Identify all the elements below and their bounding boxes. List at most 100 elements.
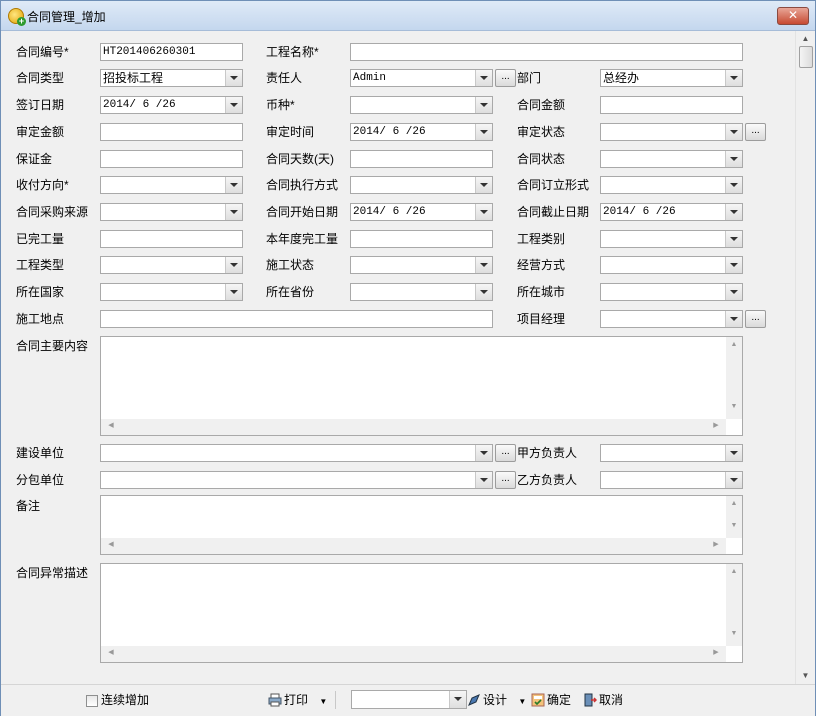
chevron-down-icon[interactable] [225,204,242,220]
currency-select[interactable] [350,96,493,114]
sign-date-picker[interactable]: 2014/ 6 /26 [100,96,243,114]
chevron-down-icon[interactable] [475,204,492,220]
scroll-right-icon[interactable]: ▶ [708,648,724,656]
chevron-down-icon[interactable] [475,177,492,193]
start-date-picker[interactable]: 2014/ 6 /26 [350,203,493,221]
remarks-textarea[interactable]: ▲ ▼ ◀ ▶ [100,495,743,555]
scroll-up-icon[interactable]: ▲ [796,31,815,47]
construction-status-select[interactable] [350,256,493,274]
chevron-down-icon[interactable] [725,284,742,300]
confirm-button[interactable]: 确定 [531,691,571,709]
chevron-down-icon[interactable] [725,177,742,193]
scroll-down-icon[interactable]: ▼ [796,668,815,684]
chevron-down-icon[interactable] [725,445,742,461]
scroll-thumb[interactable] [799,46,813,68]
chevron-down-icon[interactable] [475,124,492,140]
project-category-select[interactable] [600,230,743,248]
chevron-down-icon[interactable] [475,257,492,273]
responsible-browse-button[interactable]: ... [495,69,516,87]
scroll-right-icon[interactable]: ▶ [708,421,724,429]
department-select[interactable]: 总经办 [600,69,743,87]
scroll-up-icon[interactable]: ▲ [726,568,742,575]
vertical-scrollbar[interactable]: ▲ ▼ [726,564,742,646]
subcontractor-select[interactable] [100,471,493,489]
scroll-left-icon[interactable]: ◀ [103,540,119,548]
project-manager-select[interactable] [600,310,743,328]
scroll-left-icon[interactable]: ◀ [103,421,119,429]
contract-amount-input[interactable] [600,96,743,114]
contract-days-input[interactable] [350,150,493,168]
scroll-up-icon[interactable]: ▲ [726,500,742,507]
site-input[interactable] [100,310,493,328]
cancel-button[interactable]: 取消 [583,691,623,709]
country-select[interactable] [100,283,243,301]
chevron-down-icon[interactable] [225,177,242,193]
print-button[interactable]: 打印 ▼ [268,691,327,709]
chevron-down-icon[interactable] [449,691,466,708]
approval-status-browse-button[interactable]: ... [745,123,766,141]
subcontractor-browse-button[interactable]: ... [495,471,516,489]
design-dropdown-icon[interactable]: ▼ [518,697,526,706]
chevron-down-icon[interactable] [725,151,742,167]
party-b-select[interactable] [600,471,743,489]
exception-textarea[interactable]: ▲ ▼ ◀ ▶ [100,563,743,663]
chevron-down-icon[interactable] [225,284,242,300]
payment-direction-select[interactable] [100,176,243,194]
design-select[interactable] [351,690,467,709]
approval-status-select[interactable] [600,123,743,141]
chevron-down-icon[interactable] [475,472,492,488]
chevron-down-icon[interactable] [725,70,742,86]
province-select[interactable] [350,283,493,301]
project-manager-browse-button[interactable]: ... [745,310,766,328]
chevron-down-icon[interactable] [225,257,242,273]
completed-work-input[interactable] [100,230,243,248]
chevron-down-icon[interactable] [725,124,742,140]
scroll-down-icon[interactable]: ▼ [726,403,742,410]
chevron-down-icon[interactable] [225,70,242,86]
horizontal-scrollbar[interactable]: ◀ ▶ [101,538,726,554]
vertical-scrollbar[interactable]: ▲ ▼ [726,337,742,419]
approved-amount-input[interactable] [100,123,243,141]
project-name-input[interactable] [350,43,743,61]
approved-time-picker[interactable]: 2014/ 6 /26 [350,123,493,141]
chevron-down-icon[interactable] [475,70,492,86]
print-dropdown-icon[interactable]: ▼ [319,697,327,706]
builder-browse-button[interactable]: ... [495,444,516,462]
project-type-select[interactable] [100,256,243,274]
procurement-source-select[interactable] [100,203,243,221]
execution-method-select[interactable] [350,176,493,194]
contract-no-input[interactable]: HT201406260301 [100,43,243,61]
end-date-picker[interactable]: 2014/ 6 /26 [600,203,743,221]
chevron-down-icon[interactable] [475,97,492,113]
business-mode-select[interactable] [600,256,743,274]
continuous-add-checkbox[interactable] [86,695,98,707]
chevron-down-icon[interactable] [725,204,742,220]
main-content-textarea[interactable]: ▲ ▼ ◀ ▶ [100,336,743,436]
year-completed-input[interactable] [350,230,493,248]
scroll-left-icon[interactable]: ◀ [103,648,119,656]
party-a-select[interactable] [600,444,743,462]
chevron-down-icon[interactable] [225,97,242,113]
contract-type-select[interactable]: 招投标工程 [100,69,243,87]
chevron-down-icon[interactable] [725,311,742,327]
chevron-down-icon[interactable] [475,445,492,461]
chevron-down-icon[interactable] [725,257,742,273]
form-vertical-scrollbar[interactable]: ▲ ▼ [795,31,815,684]
horizontal-scrollbar[interactable]: ◀ ▶ [101,419,726,435]
signing-form-select[interactable] [600,176,743,194]
chevron-down-icon[interactable] [475,284,492,300]
scroll-right-icon[interactable]: ▶ [708,540,724,548]
contract-status-select[interactable] [600,150,743,168]
responsible-select[interactable]: Admin [350,69,493,87]
horizontal-scrollbar[interactable]: ◀ ▶ [101,646,726,662]
scroll-down-icon[interactable]: ▼ [726,522,742,529]
chevron-down-icon[interactable] [725,231,742,247]
city-select[interactable] [600,283,743,301]
close-button[interactable]: ✕ [777,7,809,25]
builder-select[interactable] [100,444,493,462]
scroll-down-icon[interactable]: ▼ [726,630,742,637]
design-button[interactable]: 设计 ▼ [467,691,526,709]
chevron-down-icon[interactable] [725,472,742,488]
vertical-scrollbar[interactable]: ▲ ▼ [726,496,742,538]
deposit-input[interactable] [100,150,243,168]
